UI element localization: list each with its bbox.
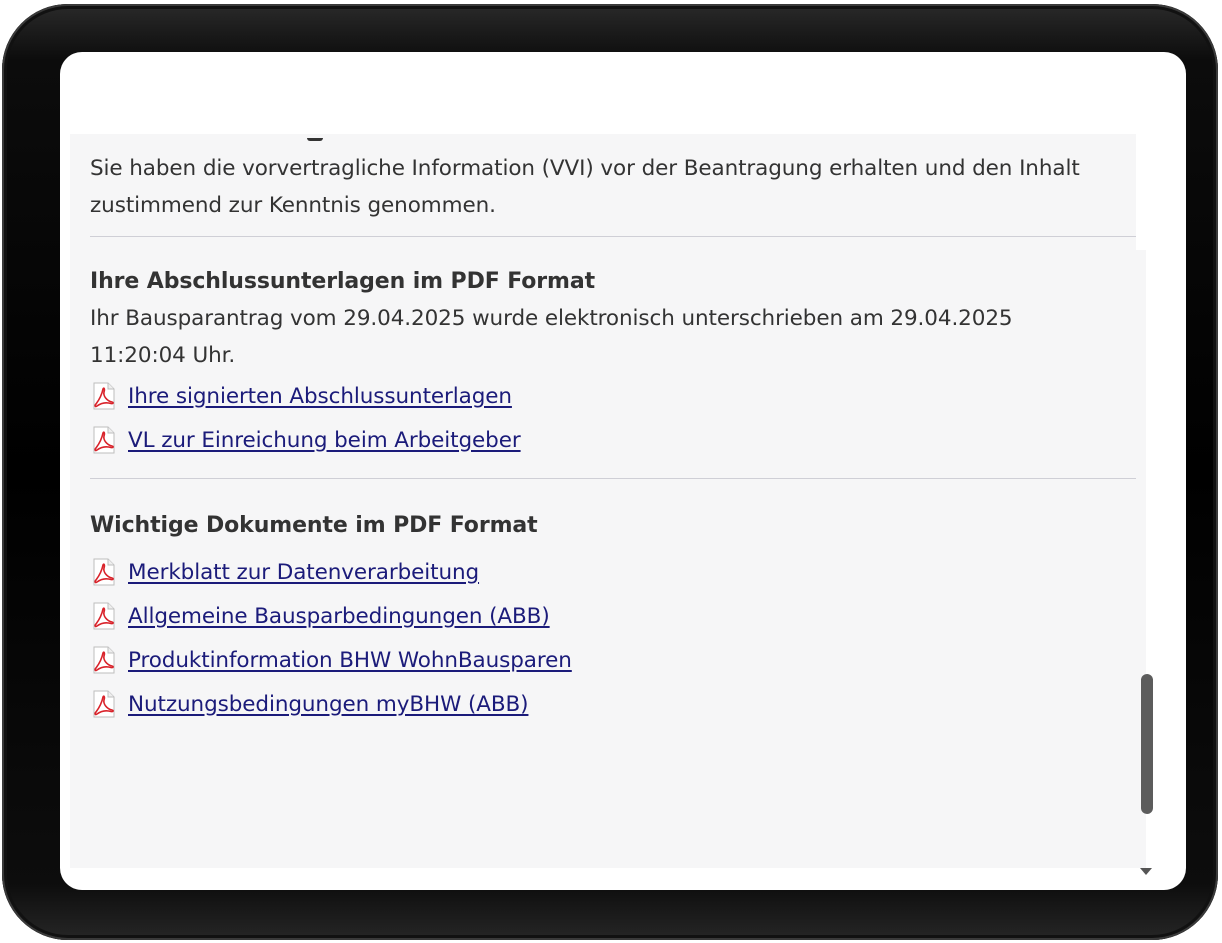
scroll-thumb[interactable] — [1141, 674, 1153, 814]
page-content: Sie haben die vorvertragliche Informatio… — [90, 138, 1150, 726]
list-item: Produktinformation BHW WohnBausparen — [90, 638, 1150, 682]
terms-of-use-link[interactable]: Nutzungsbedingungen myBHW (ABB) — [128, 692, 529, 717]
list-item: Merkblatt zur Datenverarbeitung — [90, 550, 1150, 594]
tablet-frame: Sie haben die vorvertragliche Informatio… — [2, 4, 1218, 940]
screen: Sie haben die vorvertragliche Informatio… — [60, 52, 1186, 890]
closing-documents-title: Ihre Abschlussunterlagen im PDF Format — [90, 269, 596, 294]
vvi-notice: Sie haben die vorvertragliche Informatio… — [90, 156, 1080, 218]
list-item: Nutzungsbedingungen myBHW (ABB) — [90, 682, 1150, 726]
signed-info-line-1: Ihr Bausparantrag vom 29.04.2025 wurde e… — [90, 306, 1013, 331]
product-information-link[interactable]: Produktinformation BHW WohnBausparen — [128, 648, 572, 673]
vl-employer-link[interactable]: VL zur Einreichung beim Arbeitgeber — [128, 428, 521, 453]
signed-documents-link[interactable]: Ihre signierten Abschlussunterlagen — [128, 384, 512, 409]
list-item: Ihre signierten Abschlussunterlagen — [90, 374, 1150, 418]
pdf-icon — [93, 382, 115, 410]
signed-info-line-2: 11:20:04 Uhr. — [90, 343, 236, 368]
pdf-icon — [93, 602, 115, 630]
pdf-icon — [93, 690, 115, 718]
pdf-icon — [93, 558, 115, 586]
list-item: Allgemeine Bausparbedingungen (ABB) — [90, 594, 1150, 638]
signed-info-text: Ihr Bausparantrag vom 29.04.2025 wurde e… — [90, 300, 1150, 374]
cropped-heading-fragment — [307, 138, 323, 141]
divider — [90, 478, 1136, 479]
important-documents-list: Merkblatt zur Datenverarbeitung Allgemei… — [90, 550, 1150, 726]
data-processing-leaflet-link[interactable]: Merkblatt zur Datenverarbeitung — [128, 560, 479, 585]
scroll-down-arrow-icon[interactable] — [1140, 868, 1152, 875]
cropped-heading — [90, 138, 1150, 150]
pdf-icon — [93, 426, 115, 454]
vertical-scrollbar[interactable] — [1136, 252, 1176, 875]
divider — [90, 236, 1136, 237]
closing-documents-list: Ihre signierten Abschlussunterlagen VL z… — [90, 374, 1150, 462]
list-item: VL zur Einreichung beim Arbeitgeber — [90, 418, 1150, 462]
pdf-icon — [93, 646, 115, 674]
general-terms-link[interactable]: Allgemeine Bausparbedingungen (ABB) — [128, 604, 550, 629]
important-documents-title: Wichtige Dokumente im PDF Format — [90, 513, 538, 538]
